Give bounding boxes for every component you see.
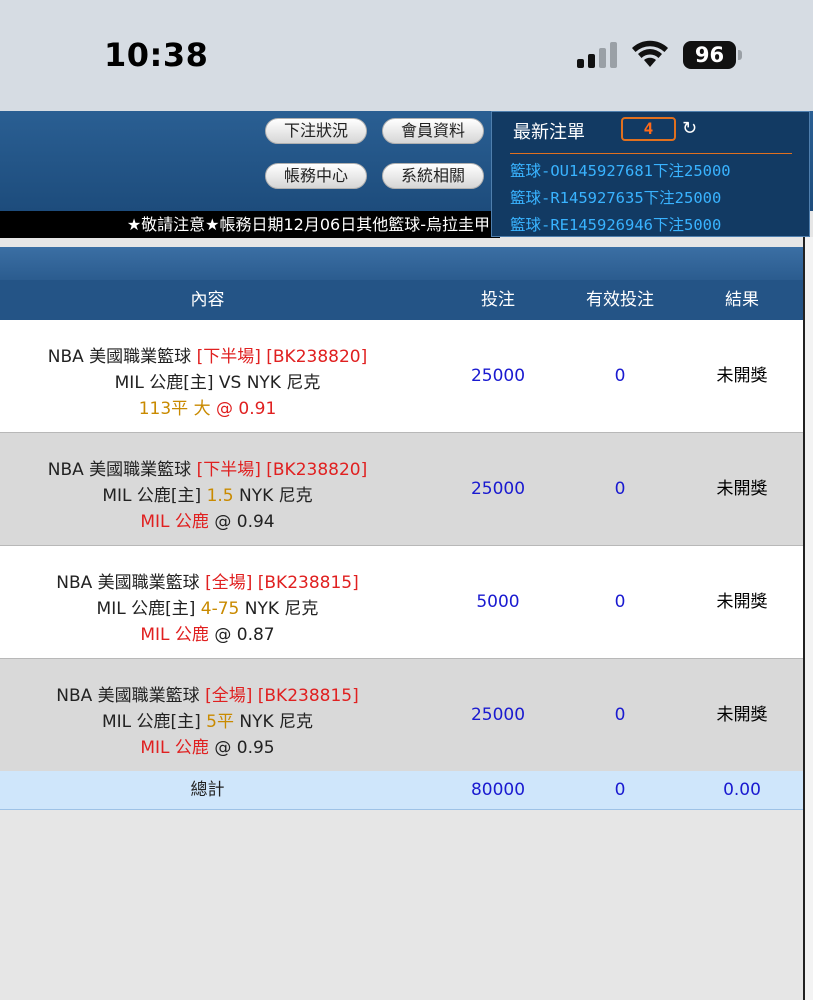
header-result: 結果: [725, 290, 759, 310]
latest-bet-item[interactable]: 籃球-OU145927681下注25000: [510, 159, 731, 181]
member-info-button[interactable]: 會員資料: [382, 118, 484, 144]
bet-amount: 25000: [470, 479, 526, 499]
total-row: 總計 80000 0 0.00: [0, 771, 803, 810]
pick-line: MIL 公鹿 @ 0.87: [140, 625, 275, 645]
wifi-icon: [632, 40, 668, 67]
cellular-signal-icon: [577, 42, 617, 68]
valid-amount: 0: [614, 592, 626, 612]
system-button[interactable]: 系統相關: [382, 163, 484, 189]
latest-bet-item[interactable]: 籃球-R145927635下注25000: [510, 186, 721, 208]
header-content: 內容: [190, 290, 225, 310]
battery-level: 96: [683, 41, 736, 69]
result: 未開獎: [716, 366, 768, 386]
header-valid-bet: 有效投注: [586, 290, 654, 310]
table-row: NBA 美國職業籃球 [下半場] [BK238820] MIL 公鹿[主] 1.…: [0, 433, 803, 546]
match-line: MIL 公鹿[主] 1.5 NYK 尼克: [102, 486, 313, 506]
header-bet: 投注: [481, 290, 515, 310]
pick-line: MIL 公鹿 @ 0.94: [140, 512, 275, 532]
total-bet: 80000: [470, 780, 526, 800]
league-line: NBA 美國職業籃球 [全場] [BK238815]: [56, 573, 359, 593]
clock: 10:38: [104, 36, 209, 74]
bet-amount: 25000: [470, 366, 526, 386]
scrollbar-edge: [803, 237, 813, 1000]
divider: [510, 153, 792, 154]
pick-line: MIL 公鹿 @ 0.95: [140, 738, 275, 758]
result: 未開獎: [716, 479, 768, 499]
table-header: 內容 投注 有效投注 結果: [0, 280, 803, 320]
result: 未開獎: [716, 592, 768, 612]
bet-content: NBA 美國職業籃球 [下半場] [BK238820] MIL 公鹿[主] VS…: [0, 320, 415, 432]
total-valid: 0: [614, 780, 626, 800]
bet-amount: 5000: [476, 592, 520, 612]
match-line: MIL 公鹿[主] 5平 NYK 尼克: [101, 712, 314, 732]
latest-bet-item[interactable]: 籃球-RE145926946下注5000: [510, 213, 721, 235]
latest-bets-title: 最新注單: [513, 122, 585, 143]
bet-status-button[interactable]: 下注狀況: [265, 118, 367, 144]
table-row: NBA 美國職業籃球 [全場] [BK238815] MIL 公鹿[主] 4-7…: [0, 546, 803, 659]
result: 未開獎: [716, 705, 768, 725]
section-bar: [0, 247, 803, 280]
battery-icon: 96: [683, 41, 743, 69]
table-row: NBA 美國職業籃球 [全場] [BK238815] MIL 公鹿[主] 5平 …: [0, 659, 803, 772]
league-line: NBA 美國職業籃球 [全場] [BK238815]: [56, 686, 359, 706]
notice-ticker: ★敬請注意★帳務日期12月06日其他籃球-烏拉圭甲: [0, 211, 500, 238]
league-line: NBA 美國職業籃球 [下半場] [BK238820]: [47, 347, 368, 367]
bet-content: NBA 美國職業籃球 [全場] [BK238815] MIL 公鹿[主] 4-7…: [0, 546, 415, 658]
valid-amount: 0: [614, 705, 626, 725]
match-line: MIL 公鹿[主] 4-75 NYK 尼克: [96, 599, 319, 619]
latest-bets-panel: 最新注單 4 ↻ 籃球-OU145927681下注25000 籃球-R14592…: [491, 111, 810, 237]
pick-line: 113平 大 @ 0.91: [138, 399, 277, 419]
valid-amount: 0: [614, 479, 626, 499]
refresh-icon[interactable]: ↻: [682, 118, 697, 139]
bet-content: NBA 美國職業籃球 [全場] [BK238815] MIL 公鹿[主] 5平 …: [0, 659, 415, 771]
match-line: MIL 公鹿[主] VS NYK 尼克: [114, 373, 321, 393]
table-row: NBA 美國職業籃球 [下半場] [BK238820] MIL 公鹿[主] VS…: [0, 320, 803, 433]
valid-amount: 0: [614, 366, 626, 386]
latest-bets-count: 4: [621, 117, 676, 141]
total-label: 總計: [190, 780, 225, 800]
account-center-button[interactable]: 帳務中心: [265, 163, 367, 189]
total-result: 0.00: [723, 780, 761, 800]
league-line: NBA 美國職業籃球 [下半場] [BK238820]: [47, 460, 368, 480]
bet-content: NBA 美國職業籃球 [下半場] [BK238820] MIL 公鹿[主] 1.…: [0, 433, 415, 545]
bet-amount: 25000: [470, 705, 526, 725]
status-bar: 10:38 96: [0, 0, 813, 111]
